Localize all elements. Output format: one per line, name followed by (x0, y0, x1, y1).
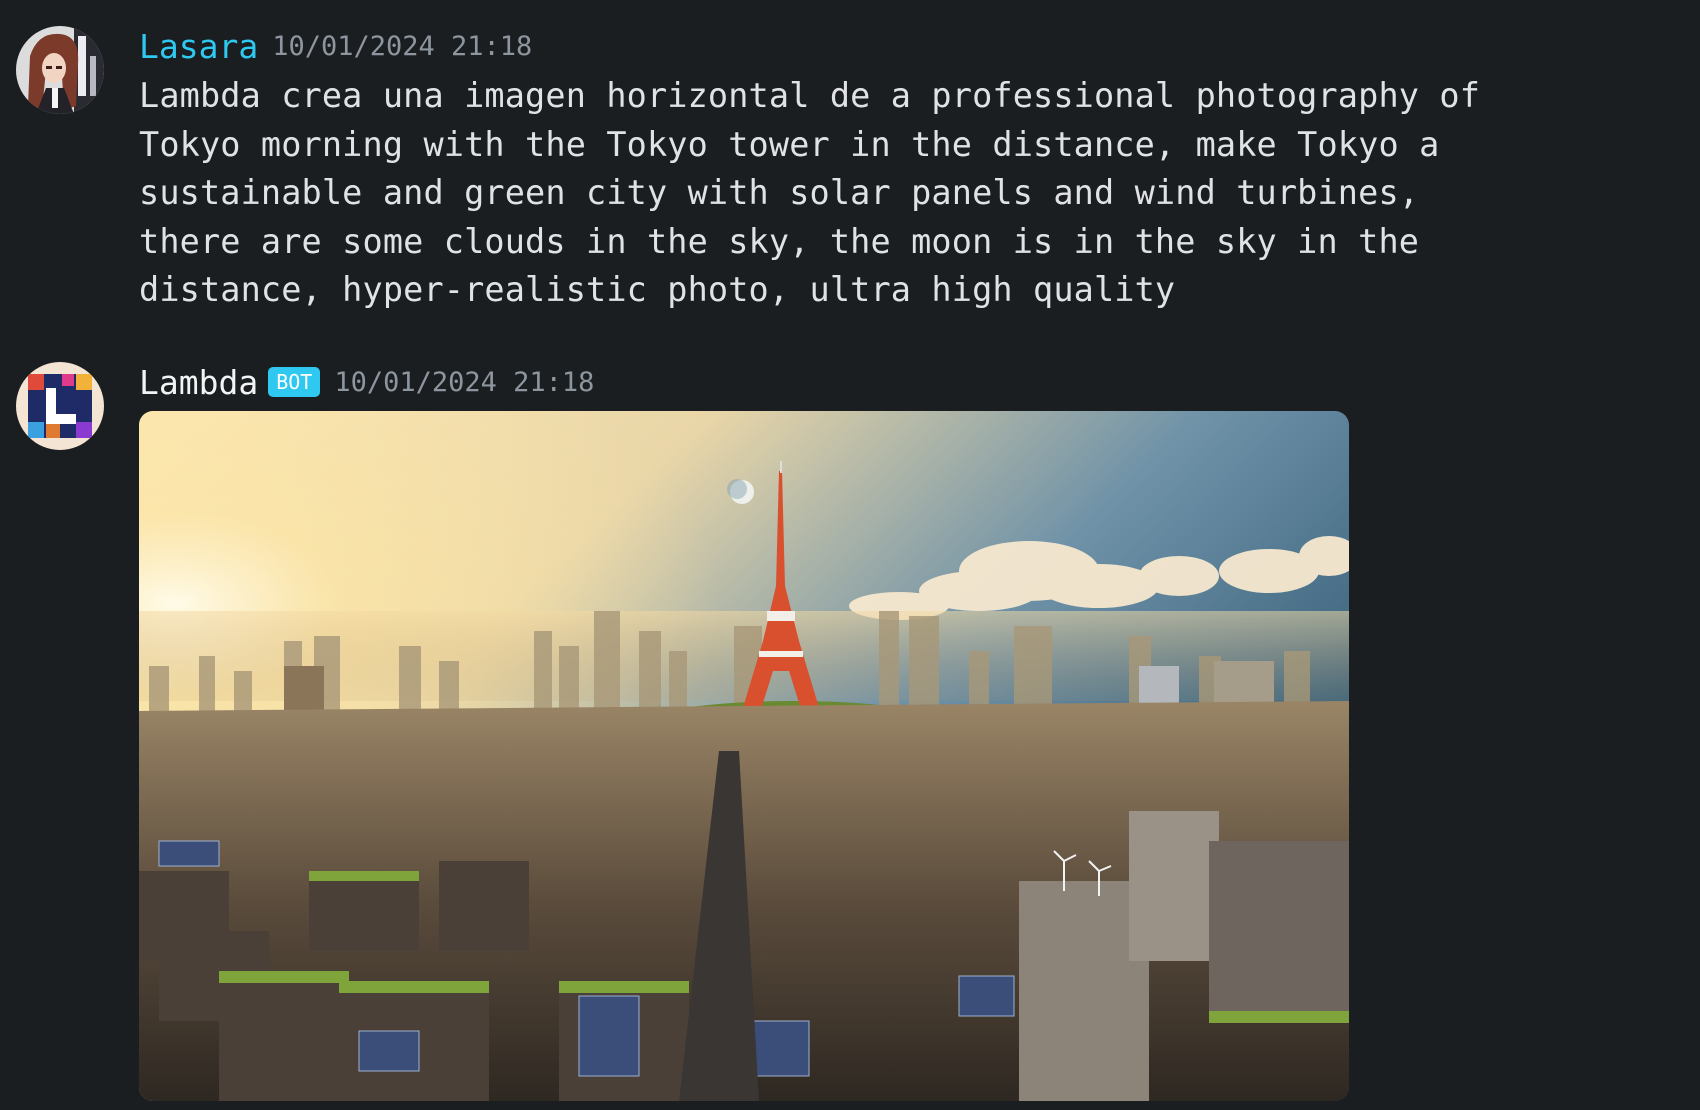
author-name[interactable]: Lasara (139, 27, 258, 66)
message-body: Lasara 10/01/2024 21:18 Lambda crea una … (139, 26, 1660, 315)
bot-badge: BOT (268, 367, 321, 397)
message-text: Lambda crea una imagen horizontal de a p… (139, 76, 1481, 309)
avatar-lambda[interactable] (16, 362, 104, 450)
generated-image (139, 411, 1349, 1101)
message-body: Lambda BOT 10/01/2024 21:18 (139, 362, 1660, 402)
generated-image-attachment[interactable] (139, 411, 1349, 1101)
author-name[interactable]: Lambda (139, 363, 258, 402)
message-header: Lasara 10/01/2024 21:18 (139, 26, 1660, 66)
timestamp: 10/01/2024 21:18 (272, 30, 533, 62)
timestamp: 10/01/2024 21:18 (334, 366, 595, 398)
avatar-lasara[interactable] (16, 26, 104, 114)
message-header: Lambda BOT 10/01/2024 21:18 (139, 362, 1660, 402)
